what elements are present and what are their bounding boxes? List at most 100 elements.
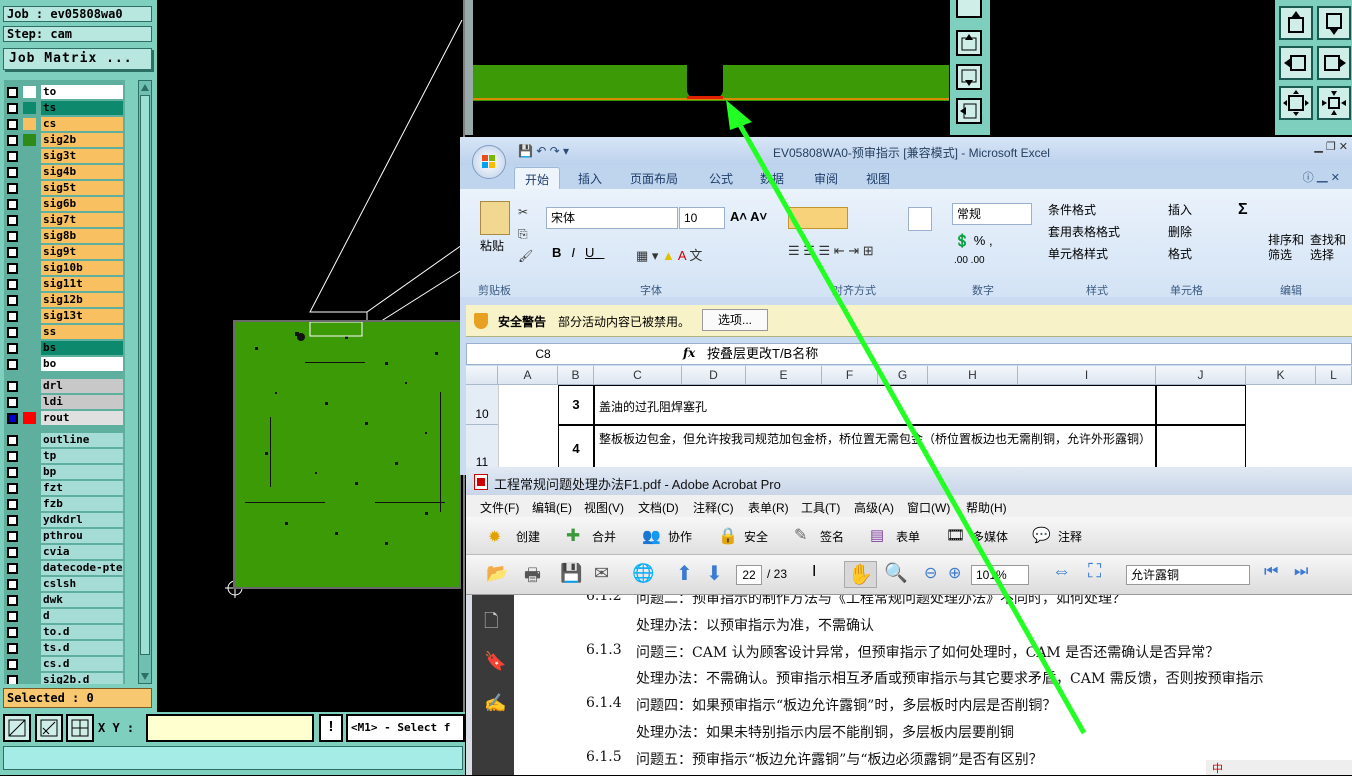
format-button[interactable]: 格式 bbox=[1168, 243, 1192, 265]
layer-name[interactable]: sig4b bbox=[41, 165, 123, 179]
layer-row[interactable]: sig9t bbox=[4, 244, 125, 260]
col-header[interactable]: L bbox=[1316, 366, 1352, 385]
menu-edit[interactable]: 编辑(E) bbox=[532, 499, 572, 516]
zoom-window-button[interactable] bbox=[35, 714, 63, 742]
layer-checkbox[interactable] bbox=[7, 247, 18, 258]
layer-row[interactable]: sig12b bbox=[4, 292, 125, 308]
layer-row[interactable]: sig6b bbox=[4, 196, 125, 212]
layer-color-swatch[interactable] bbox=[23, 434, 36, 446]
layer-checkbox[interactable] bbox=[7, 359, 18, 370]
ime-toolbar[interactable]: 中 bbox=[1206, 760, 1352, 775]
layer-color-swatch[interactable] bbox=[23, 134, 36, 146]
layer-name[interactable]: ts bbox=[41, 101, 123, 115]
layer-name[interactable]: sig9t bbox=[41, 245, 123, 259]
scroll-thumb[interactable] bbox=[140, 95, 150, 655]
layer-name[interactable]: sig13t bbox=[41, 309, 123, 323]
find-select-button[interactable]: 查找和 选择 bbox=[1310, 233, 1346, 263]
layer-checkbox[interactable] bbox=[7, 87, 18, 98]
grid-toggle-button[interactable] bbox=[66, 714, 94, 742]
job-matrix-button[interactable]: Job Matrix ... bbox=[3, 48, 152, 70]
layer-name[interactable]: drl bbox=[41, 379, 123, 393]
layer-row[interactable]: sig13t bbox=[4, 308, 125, 324]
tab-formulas[interactable]: 公式 bbox=[709, 170, 733, 187]
layer-name[interactable]: bp bbox=[41, 465, 123, 479]
sort-filter-button[interactable]: 排序和 筛选 bbox=[1268, 233, 1304, 263]
layer-row[interactable]: tp bbox=[4, 448, 125, 464]
layer-checkbox[interactable] bbox=[7, 515, 18, 526]
zoom-select[interactable]: 101% bbox=[971, 565, 1029, 585]
layer-color-swatch[interactable] bbox=[23, 482, 36, 494]
layer-row[interactable]: sig10b bbox=[4, 260, 125, 276]
layer-color-swatch[interactable] bbox=[23, 358, 36, 370]
layer-name[interactable]: dwk bbox=[41, 593, 123, 607]
col-header[interactable]: B bbox=[558, 366, 594, 385]
layer-name[interactable]: pthrou bbox=[41, 529, 123, 543]
layer-name[interactable]: fzt bbox=[41, 481, 123, 495]
layer-name[interactable]: ts.d bbox=[41, 641, 123, 655]
layer-name[interactable]: fzb bbox=[41, 497, 123, 511]
menu-advanced[interactable]: 高级(A) bbox=[854, 499, 894, 516]
font-name-select[interactable]: 宋体 bbox=[546, 207, 678, 229]
menu-document[interactable]: 文档(D) bbox=[638, 499, 679, 516]
pan-right-button[interactable] bbox=[1317, 46, 1351, 80]
layer-name[interactable]: sig2b.d bbox=[41, 673, 123, 684]
create-button[interactable]: 创建 bbox=[516, 528, 540, 545]
layer-name[interactable]: ldi bbox=[41, 395, 123, 409]
font-style-buttons[interactable]: BIU bbox=[552, 245, 604, 260]
open-icon[interactable]: 📂 bbox=[486, 563, 508, 584]
layer-checkbox[interactable] bbox=[7, 435, 18, 446]
row-header[interactable]: 10 bbox=[466, 385, 498, 425]
font-grow-shrink-icons[interactable]: A˄ A˅ bbox=[730, 209, 767, 224]
layer-checkbox[interactable] bbox=[7, 279, 18, 290]
layer-color-swatch[interactable] bbox=[23, 546, 36, 558]
comment-button[interactable]: 注释 bbox=[1058, 528, 1082, 545]
paste-label[interactable]: 粘贴 bbox=[480, 237, 504, 254]
cell-style-button[interactable]: 单元格样式 bbox=[1048, 243, 1120, 265]
security-button[interactable]: 安全 bbox=[744, 528, 768, 545]
scroll-down-icon[interactable] bbox=[141, 673, 149, 681]
layer-color-swatch[interactable] bbox=[23, 498, 36, 510]
layer-name[interactable]: to bbox=[41, 85, 123, 99]
layer-color-swatch[interactable] bbox=[23, 530, 36, 542]
layer-checkbox[interactable] bbox=[7, 135, 18, 146]
layer-name[interactable]: d bbox=[41, 609, 123, 623]
layer-color-swatch[interactable] bbox=[23, 380, 36, 392]
layer-row[interactable]: bs bbox=[4, 340, 125, 356]
layer-row[interactable]: ss bbox=[4, 324, 125, 340]
layer-checkbox[interactable] bbox=[7, 397, 18, 408]
layer-name[interactable]: tp bbox=[41, 449, 123, 463]
layer-color-swatch[interactable] bbox=[23, 102, 36, 114]
form-icon[interactable]: ▤ bbox=[870, 526, 884, 544]
layer-color-swatch[interactable] bbox=[23, 412, 36, 424]
layer-color-swatch[interactable] bbox=[23, 214, 36, 226]
col-header[interactable]: J bbox=[1156, 366, 1246, 385]
select-all-corner[interactable] bbox=[466, 366, 498, 385]
zoom-out-icon[interactable]: ⊖ bbox=[924, 563, 937, 583]
document-page[interactable]: 6.1.2 问题二：预审指示的制作方法与《工程常规问题处理办法》不同时，如何处理… bbox=[514, 595, 1352, 775]
clipboard-small-icons[interactable]: ✂ ⎘ 🖌 bbox=[518, 201, 533, 267]
layer-row[interactable]: datecode-pte bbox=[4, 560, 125, 576]
worksheet-grid[interactable]: A B C D E F G H I J K L 10 3 盖油的过孔阻焊塞孔 1… bbox=[466, 366, 1352, 475]
layer-name[interactable]: cslsh bbox=[41, 577, 123, 591]
layer-name[interactable]: ydkdrl bbox=[41, 513, 123, 527]
layer-checkbox[interactable] bbox=[7, 595, 18, 606]
collaborate-icon[interactable]: 👥 bbox=[642, 527, 661, 545]
menu-window[interactable]: 窗口(W) bbox=[907, 499, 950, 516]
layer-color-swatch[interactable] bbox=[23, 658, 36, 670]
border-fill-color-icons[interactable]: ▦ ▾ ▲ A 文 bbox=[636, 245, 702, 264]
layer-checkbox[interactable] bbox=[7, 499, 18, 510]
cells-group[interactable]: 插入 删除 格式 bbox=[1168, 199, 1192, 265]
layer-checkbox[interactable] bbox=[7, 483, 18, 494]
quick-access-icons[interactable]: 💾 ↶ ↷ ▾ bbox=[518, 144, 569, 158]
combine-icon[interactable]: ✚ bbox=[566, 526, 580, 546]
view-button-4[interactable] bbox=[956, 98, 982, 124]
name-box[interactable]: C8 bbox=[467, 344, 619, 364]
menu-forms[interactable]: 表单(R) bbox=[748, 499, 789, 516]
layer-checkbox[interactable] bbox=[7, 167, 18, 178]
decimal-icons[interactable]: .00 .00 bbox=[954, 255, 985, 266]
layer-checkbox[interactable] bbox=[7, 103, 18, 114]
hand-tool-icon[interactable]: ✋ bbox=[844, 561, 877, 588]
layer-row[interactable]: cs bbox=[4, 116, 125, 132]
layer-color-swatch[interactable] bbox=[23, 262, 36, 274]
select-text-icon[interactable]: I bbox=[812, 563, 816, 581]
